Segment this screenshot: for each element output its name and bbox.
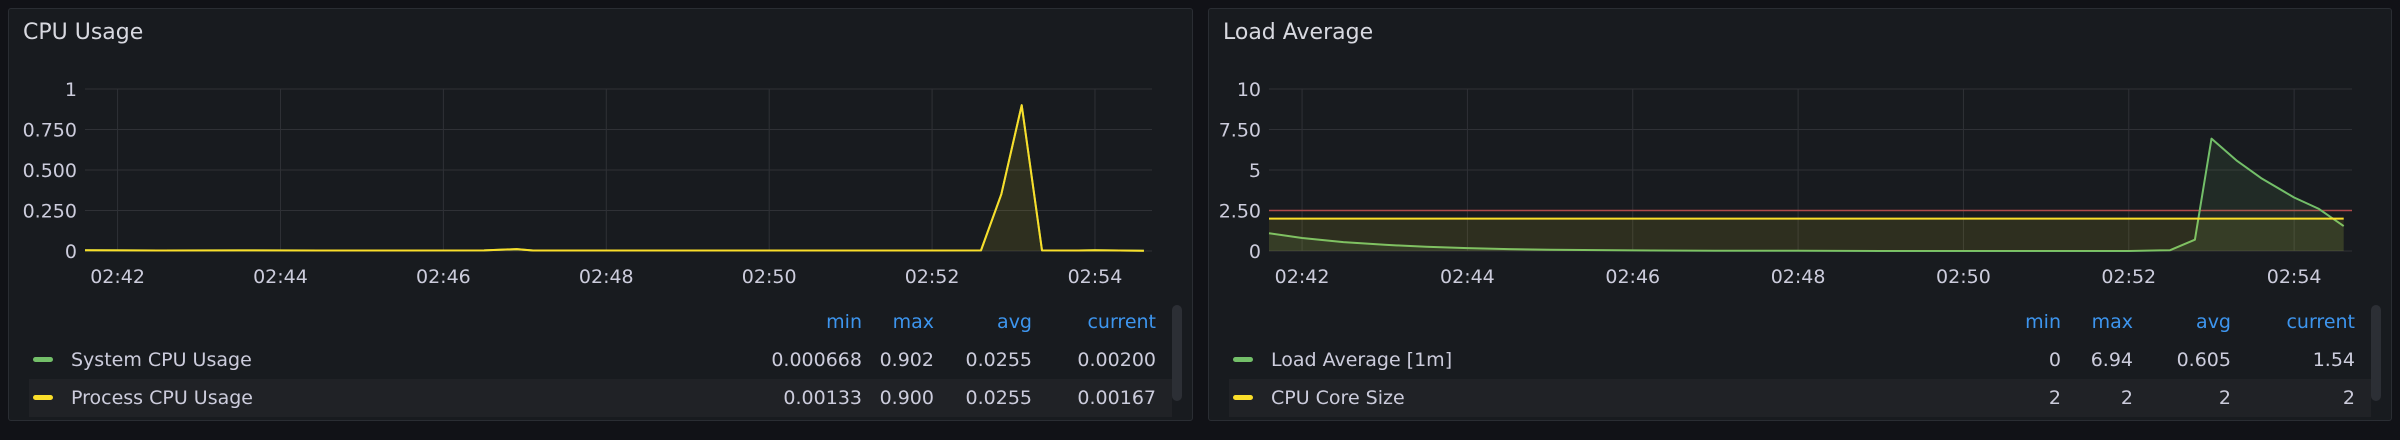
- legend-header-max[interactable]: max: [2092, 303, 2133, 341]
- x-tick-label: 02:50: [742, 266, 797, 288]
- legend-header-avg[interactable]: avg: [997, 303, 1032, 341]
- x-tick-label: 02:44: [1440, 266, 1495, 288]
- series-line: [84, 104, 1144, 252]
- cpu-usage-panel: CPU Usage 0 0.250 0.500 0.750 1 02:42 02:44 02:…: [8, 8, 1193, 421]
- x-tick-label: 02:44: [253, 266, 308, 288]
- series-current: 0.00167: [1077, 387, 1156, 409]
- series-current: 1.54: [2312, 349, 2355, 371]
- series-current: 2: [2342, 387, 2355, 409]
- series-area: [85, 105, 1144, 251]
- y-tick-label: 0.750: [23, 120, 77, 142]
- series-avg: 0.605: [2176, 349, 2231, 371]
- series-max: 2: [2120, 387, 2133, 409]
- series-min: 0: [2048, 349, 2061, 371]
- legend-header-current[interactable]: current: [1087, 303, 1156, 341]
- x-tick-label: 02:46: [1605, 266, 1660, 288]
- legend-header: min max avg current: [1229, 303, 2371, 341]
- load-average-panel: Load Average 0 2.50 5 7.50 10 02:42 02:44 02:46…: [1208, 8, 2392, 421]
- legend-scrollbar[interactable]: [2371, 305, 2381, 401]
- y-tick-label: 1: [65, 79, 77, 101]
- y-tick-label: 7.50: [1219, 120, 1261, 142]
- series-color-swatch[interactable]: [1233, 395, 1253, 400]
- series-name[interactable]: Load Average [1m]: [1271, 341, 1452, 379]
- y-tick-label: 0.250: [23, 201, 77, 223]
- x-tick-label: 02:48: [579, 266, 634, 288]
- series-area: [1269, 218, 2344, 251]
- series-max: 0.902: [879, 349, 934, 371]
- series-avg: 0.0255: [965, 349, 1032, 371]
- series-color-swatch[interactable]: [33, 357, 53, 362]
- legend-scrollbar[interactable]: [1172, 305, 1182, 401]
- series-max: 0.900: [879, 387, 934, 409]
- series-min: 2: [2048, 387, 2061, 409]
- legend-header: min max avg current: [29, 303, 1172, 341]
- series-color-swatch[interactable]: [1233, 357, 1253, 362]
- y-tick-label: 0: [65, 241, 77, 263]
- series-max: 6.94: [2090, 349, 2133, 371]
- series-name[interactable]: System CPU Usage: [71, 341, 252, 379]
- legend-header-avg[interactable]: avg: [2196, 303, 2231, 341]
- y-tick-label: 2.50: [1219, 201, 1261, 223]
- series-avg: 2: [2218, 387, 2231, 409]
- x-tick-label: 02:54: [1068, 266, 1123, 288]
- series-name[interactable]: Process CPU Usage: [71, 379, 253, 417]
- legend-header-current[interactable]: current: [2286, 303, 2355, 341]
- legend-header-min[interactable]: min: [2025, 303, 2061, 341]
- series-name[interactable]: CPU Core Size: [1271, 379, 1405, 417]
- legend-row[interactable]: CPU Core Size 2 2 2 2: [1229, 379, 2371, 417]
- x-tick-label: 02:50: [1936, 266, 1991, 288]
- y-tick-label: 0.500: [23, 160, 77, 182]
- series-line: [84, 104, 1144, 252]
- y-tick-label: 5: [1249, 160, 1261, 182]
- x-tick-label: 02:48: [1771, 266, 1826, 288]
- x-tick-label: 02:46: [416, 266, 471, 288]
- series-color-swatch[interactable]: [33, 395, 53, 400]
- load-average-chart[interactable]: 0 2.50 5 7.50 10 02:42 02:44 02:46 02:48 02:50 02:…: [1209, 9, 2392, 289]
- legend-row[interactable]: System CPU Usage 0.000668 0.902 0.0255 0…: [29, 341, 1172, 379]
- legend-header-min[interactable]: min: [826, 303, 862, 341]
- x-tick-label: 02:42: [90, 266, 145, 288]
- series-min: 0.000668: [771, 349, 862, 371]
- x-tick-label: 02:52: [2101, 266, 2156, 288]
- x-tick-label: 02:52: [905, 266, 960, 288]
- legend-row[interactable]: Load Average [1m] 0 6.94 0.605 1.54: [1229, 341, 2371, 379]
- y-tick-label: 10: [1237, 79, 1261, 101]
- legend-row[interactable]: Process CPU Usage 0.00133 0.900 0.0255 0…: [29, 379, 1172, 417]
- legend: min max avg current System CPU Usage 0.0…: [29, 303, 1172, 417]
- cpu-usage-chart[interactable]: 0 0.250 0.500 0.750 1 02:42 02:44 02:46 02:48 02:…: [9, 9, 1193, 289]
- legend-header-max[interactable]: max: [893, 303, 934, 341]
- series-avg: 0.0255: [965, 387, 1032, 409]
- y-tick-label: 0: [1249, 241, 1261, 263]
- series-current: 0.00200: [1077, 349, 1156, 371]
- legend: min max avg current Load Average [1m] 0 …: [1229, 303, 2371, 417]
- x-tick-label: 02:42: [1275, 266, 1330, 288]
- x-tick-label: 02:54: [2267, 266, 2322, 288]
- series-min: 0.00133: [783, 387, 862, 409]
